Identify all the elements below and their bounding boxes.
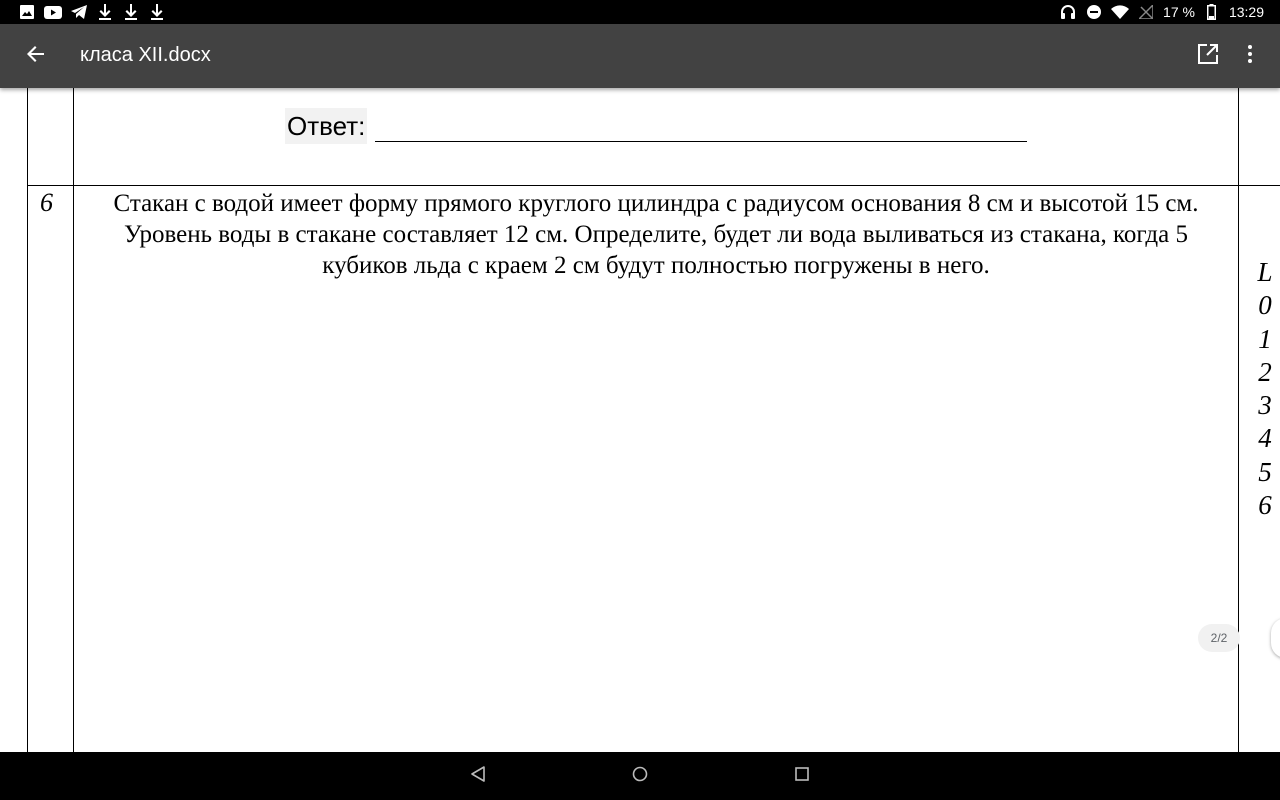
youtube-icon bbox=[44, 3, 62, 21]
no-signal-icon bbox=[1137, 3, 1155, 21]
back-triangle-icon bbox=[471, 765, 485, 787]
do-not-disturb-icon bbox=[1085, 3, 1103, 21]
document-viewer[interactable]: Ответ: 6 Стакан с водой имеет форму прям… bbox=[0, 88, 1280, 752]
status-bar: 17 % 13:29 bbox=[0, 0, 1280, 24]
clock: 13:29 bbox=[1228, 4, 1264, 20]
answer-label: Ответ: bbox=[285, 108, 368, 144]
more-options-button[interactable] bbox=[1230, 36, 1270, 76]
document-title: класа XII.docx bbox=[80, 44, 211, 66]
arrow-back-icon bbox=[27, 45, 45, 68]
back-button[interactable] bbox=[16, 36, 56, 76]
open-in-new-icon bbox=[1198, 43, 1218, 69]
download-icon bbox=[148, 3, 166, 21]
system-icons: 17 % 13:29 bbox=[1059, 3, 1264, 21]
score-column-item: 6 bbox=[1258, 490, 1272, 521]
home-circle-icon bbox=[632, 766, 648, 787]
score-column-item: 3 bbox=[1258, 390, 1272, 421]
score-column-item: 0 bbox=[1258, 290, 1272, 321]
more-vert-icon bbox=[1248, 44, 1252, 68]
score-column-item: 1 bbox=[1258, 323, 1272, 354]
notification-icons bbox=[18, 3, 166, 21]
answer-row: Ответ: bbox=[285, 108, 1028, 144]
fast-scroll-handle[interactable] bbox=[1271, 618, 1280, 658]
table-border-left bbox=[27, 88, 28, 752]
nav-home-button[interactable] bbox=[620, 756, 660, 796]
recents-square-icon bbox=[795, 766, 809, 786]
open-in-external-button[interactable] bbox=[1188, 36, 1228, 76]
navigation-bar bbox=[0, 752, 1280, 800]
score-column-item: 5 bbox=[1258, 456, 1272, 487]
table-border-number-column bbox=[73, 88, 74, 752]
telegram-icon bbox=[70, 3, 88, 21]
score-column-item: 4 bbox=[1258, 423, 1272, 454]
battery-percent: 17 % bbox=[1163, 4, 1195, 20]
download-icon bbox=[122, 3, 140, 21]
battery-icon bbox=[1203, 3, 1221, 21]
nav-back-button[interactable] bbox=[458, 756, 498, 796]
score-column-item: 2 bbox=[1258, 356, 1272, 387]
table-border-right bbox=[1238, 88, 1239, 752]
task-number: 6 bbox=[40, 188, 53, 217]
table-row-divider bbox=[27, 185, 1280, 186]
nav-recents-button[interactable] bbox=[782, 756, 822, 796]
app-bar: класа XII.docx bbox=[0, 24, 1280, 88]
answer-blank-line bbox=[375, 141, 1028, 142]
wifi-icon bbox=[1111, 3, 1130, 21]
headphones-icon bbox=[1059, 3, 1077, 21]
page-indicator: 2/2 bbox=[1198, 624, 1240, 652]
download-icon bbox=[96, 3, 114, 21]
task-text: Стакан с водой имеет форму прямого кругл… bbox=[113, 190, 1199, 279]
score-column: L 0 1 2 3 4 5 6 bbox=[1250, 256, 1280, 522]
score-column-item: L bbox=[1257, 257, 1273, 287]
image-icon bbox=[18, 3, 36, 21]
